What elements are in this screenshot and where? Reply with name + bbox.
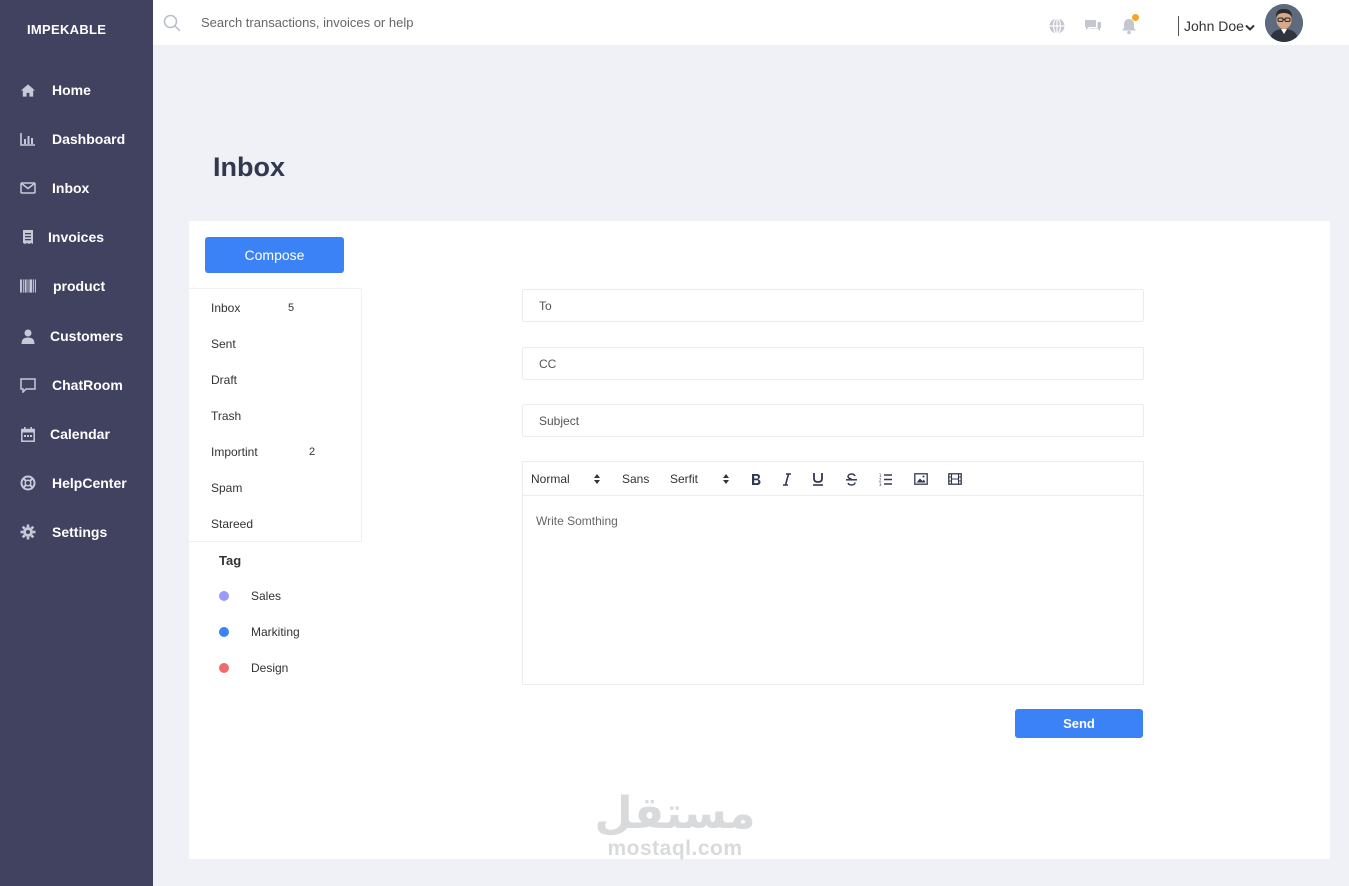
sidebar: IMPEKABLE Home Dashboard Inbox Invoices … <box>0 0 153 886</box>
tag-label: Sales <box>251 589 282 603</box>
lifebuoy-icon <box>20 475 36 491</box>
sidebar-item-home[interactable]: Home <box>0 72 153 108</box>
folder-important[interactable]: Importint <box>211 445 258 459</box>
svg-text:3: 3 <box>879 482 882 486</box>
chat-icon <box>20 377 36 393</box>
tag-dot <box>219 627 229 637</box>
italic-icon[interactable] <box>779 471 795 487</box>
select-arrows-icon[interactable] <box>589 471 605 487</box>
globe-icon[interactable] <box>1048 17 1066 35</box>
ordered-list-icon[interactable]: 123 <box>878 471 894 487</box>
tag-sales[interactable]: Sales <box>219 588 281 604</box>
folder-draft[interactable]: Draft <box>211 373 237 387</box>
tag-label: Design <box>251 661 289 675</box>
page-title: Inbox <box>213 152 285 182</box>
gear-icon <box>20 524 36 540</box>
folder-inbox[interactable]: Inbox <box>211 301 240 315</box>
user-icon <box>20 328 36 344</box>
brand-logo: IMPEKABLE <box>27 22 107 37</box>
sidebar-item-label: Settings <box>52 524 108 540</box>
watermark-latin: mostaql.com <box>607 837 743 860</box>
send-button[interactable]: Send <box>1015 709 1143 738</box>
message-editor[interactable]: Write Somthing <box>522 496 1144 685</box>
image-icon[interactable] <box>913 471 929 487</box>
sidebar-item-customers[interactable]: Customers <box>0 318 153 354</box>
divider <box>1178 16 1179 36</box>
sidebar-item-label: Calendar <box>50 426 110 442</box>
underline-icon[interactable] <box>810 471 826 487</box>
select-arrows-icon[interactable] <box>718 471 734 487</box>
sidebar-item-dashboard[interactable]: Dashboard <box>0 121 153 157</box>
sidebar-item-label: Home <box>52 82 91 98</box>
sidebar-item-helpcenter[interactable]: HelpCenter <box>0 465 153 501</box>
sidebar-item-inbox[interactable]: Inbox <box>0 170 153 206</box>
chart-icon <box>20 131 36 147</box>
subject-field[interactable] <box>522 404 1144 437</box>
folder-trash[interactable]: Trash <box>211 409 241 423</box>
barcode-icon <box>20 278 36 294</box>
mail-card: Compose Inbox 5 Sent Draft Trash Importi… <box>189 221 1330 859</box>
folder-list: Inbox 5 Sent Draft Trash Importint 2 Spa… <box>189 288 362 542</box>
tag-title: Tag <box>219 553 242 568</box>
tag-dot <box>219 591 229 601</box>
folder-starred[interactable]: Stareed <box>211 517 253 531</box>
tag-label: Markiting <box>251 625 300 639</box>
video-icon[interactable] <box>947 471 963 487</box>
top-bar: John Doe <box>153 0 1349 45</box>
tag-marketing[interactable]: Markiting <box>219 624 300 640</box>
sidebar-item-label: Dashboard <box>52 131 126 147</box>
editor-toolbar: Normal Sans Serfit 123 <box>522 461 1144 496</box>
calendar-icon <box>20 426 36 442</box>
home-icon <box>20 82 36 98</box>
cc-field[interactable] <box>522 347 1144 380</box>
watermark-arabic: مستقل <box>594 788 756 839</box>
envelope-icon <box>20 180 36 196</box>
user-name[interactable]: John Doe <box>1184 18 1244 34</box>
sidebar-item-calendar[interactable]: Calendar <box>0 416 153 452</box>
header-select[interactable]: Normal <box>531 472 570 486</box>
sidebar-item-label: product <box>53 278 106 294</box>
sidebar-item-chatroom[interactable]: ChatRoom <box>0 367 153 403</box>
bold-icon[interactable] <box>748 471 764 487</box>
avatar[interactable] <box>1265 4 1303 42</box>
sidebar-item-invoices[interactable]: Invoices <box>0 219 153 255</box>
search-icon[interactable] <box>163 14 181 32</box>
folder-sent[interactable]: Sent <box>211 337 236 351</box>
folder-count: 5 <box>288 302 295 314</box>
tag-design[interactable]: Design <box>219 660 288 676</box>
sidebar-item-label: Invoices <box>48 229 105 245</box>
to-field[interactable] <box>522 289 1144 322</box>
chevron-down-icon[interactable] <box>1245 19 1255 37</box>
strikethrough-icon[interactable] <box>843 471 859 487</box>
sidebar-item-settings[interactable]: Settings <box>0 514 153 550</box>
sidebar-item-label: ChatRoom <box>52 377 123 393</box>
compose-button[interactable]: Compose <box>205 237 344 273</box>
folder-spam[interactable]: Spam <box>211 481 242 495</box>
messages-icon[interactable] <box>1084 17 1102 35</box>
notification-dot <box>1132 14 1139 21</box>
sidebar-item-product[interactable]: product <box>0 268 153 304</box>
font-select-serif[interactable]: Serfit <box>670 472 698 486</box>
tag-dot <box>219 663 229 673</box>
sidebar-item-label: HelpCenter <box>52 475 127 491</box>
font-select-sans[interactable]: Sans <box>622 472 649 486</box>
watermark: مستقل mostaql.com <box>592 790 758 860</box>
receipt-icon <box>20 229 36 245</box>
folder-count: 2 <box>309 446 316 458</box>
sidebar-item-label: Customers <box>50 328 124 344</box>
search-input[interactable] <box>201 10 601 34</box>
sidebar-item-label: Inbox <box>52 180 90 196</box>
